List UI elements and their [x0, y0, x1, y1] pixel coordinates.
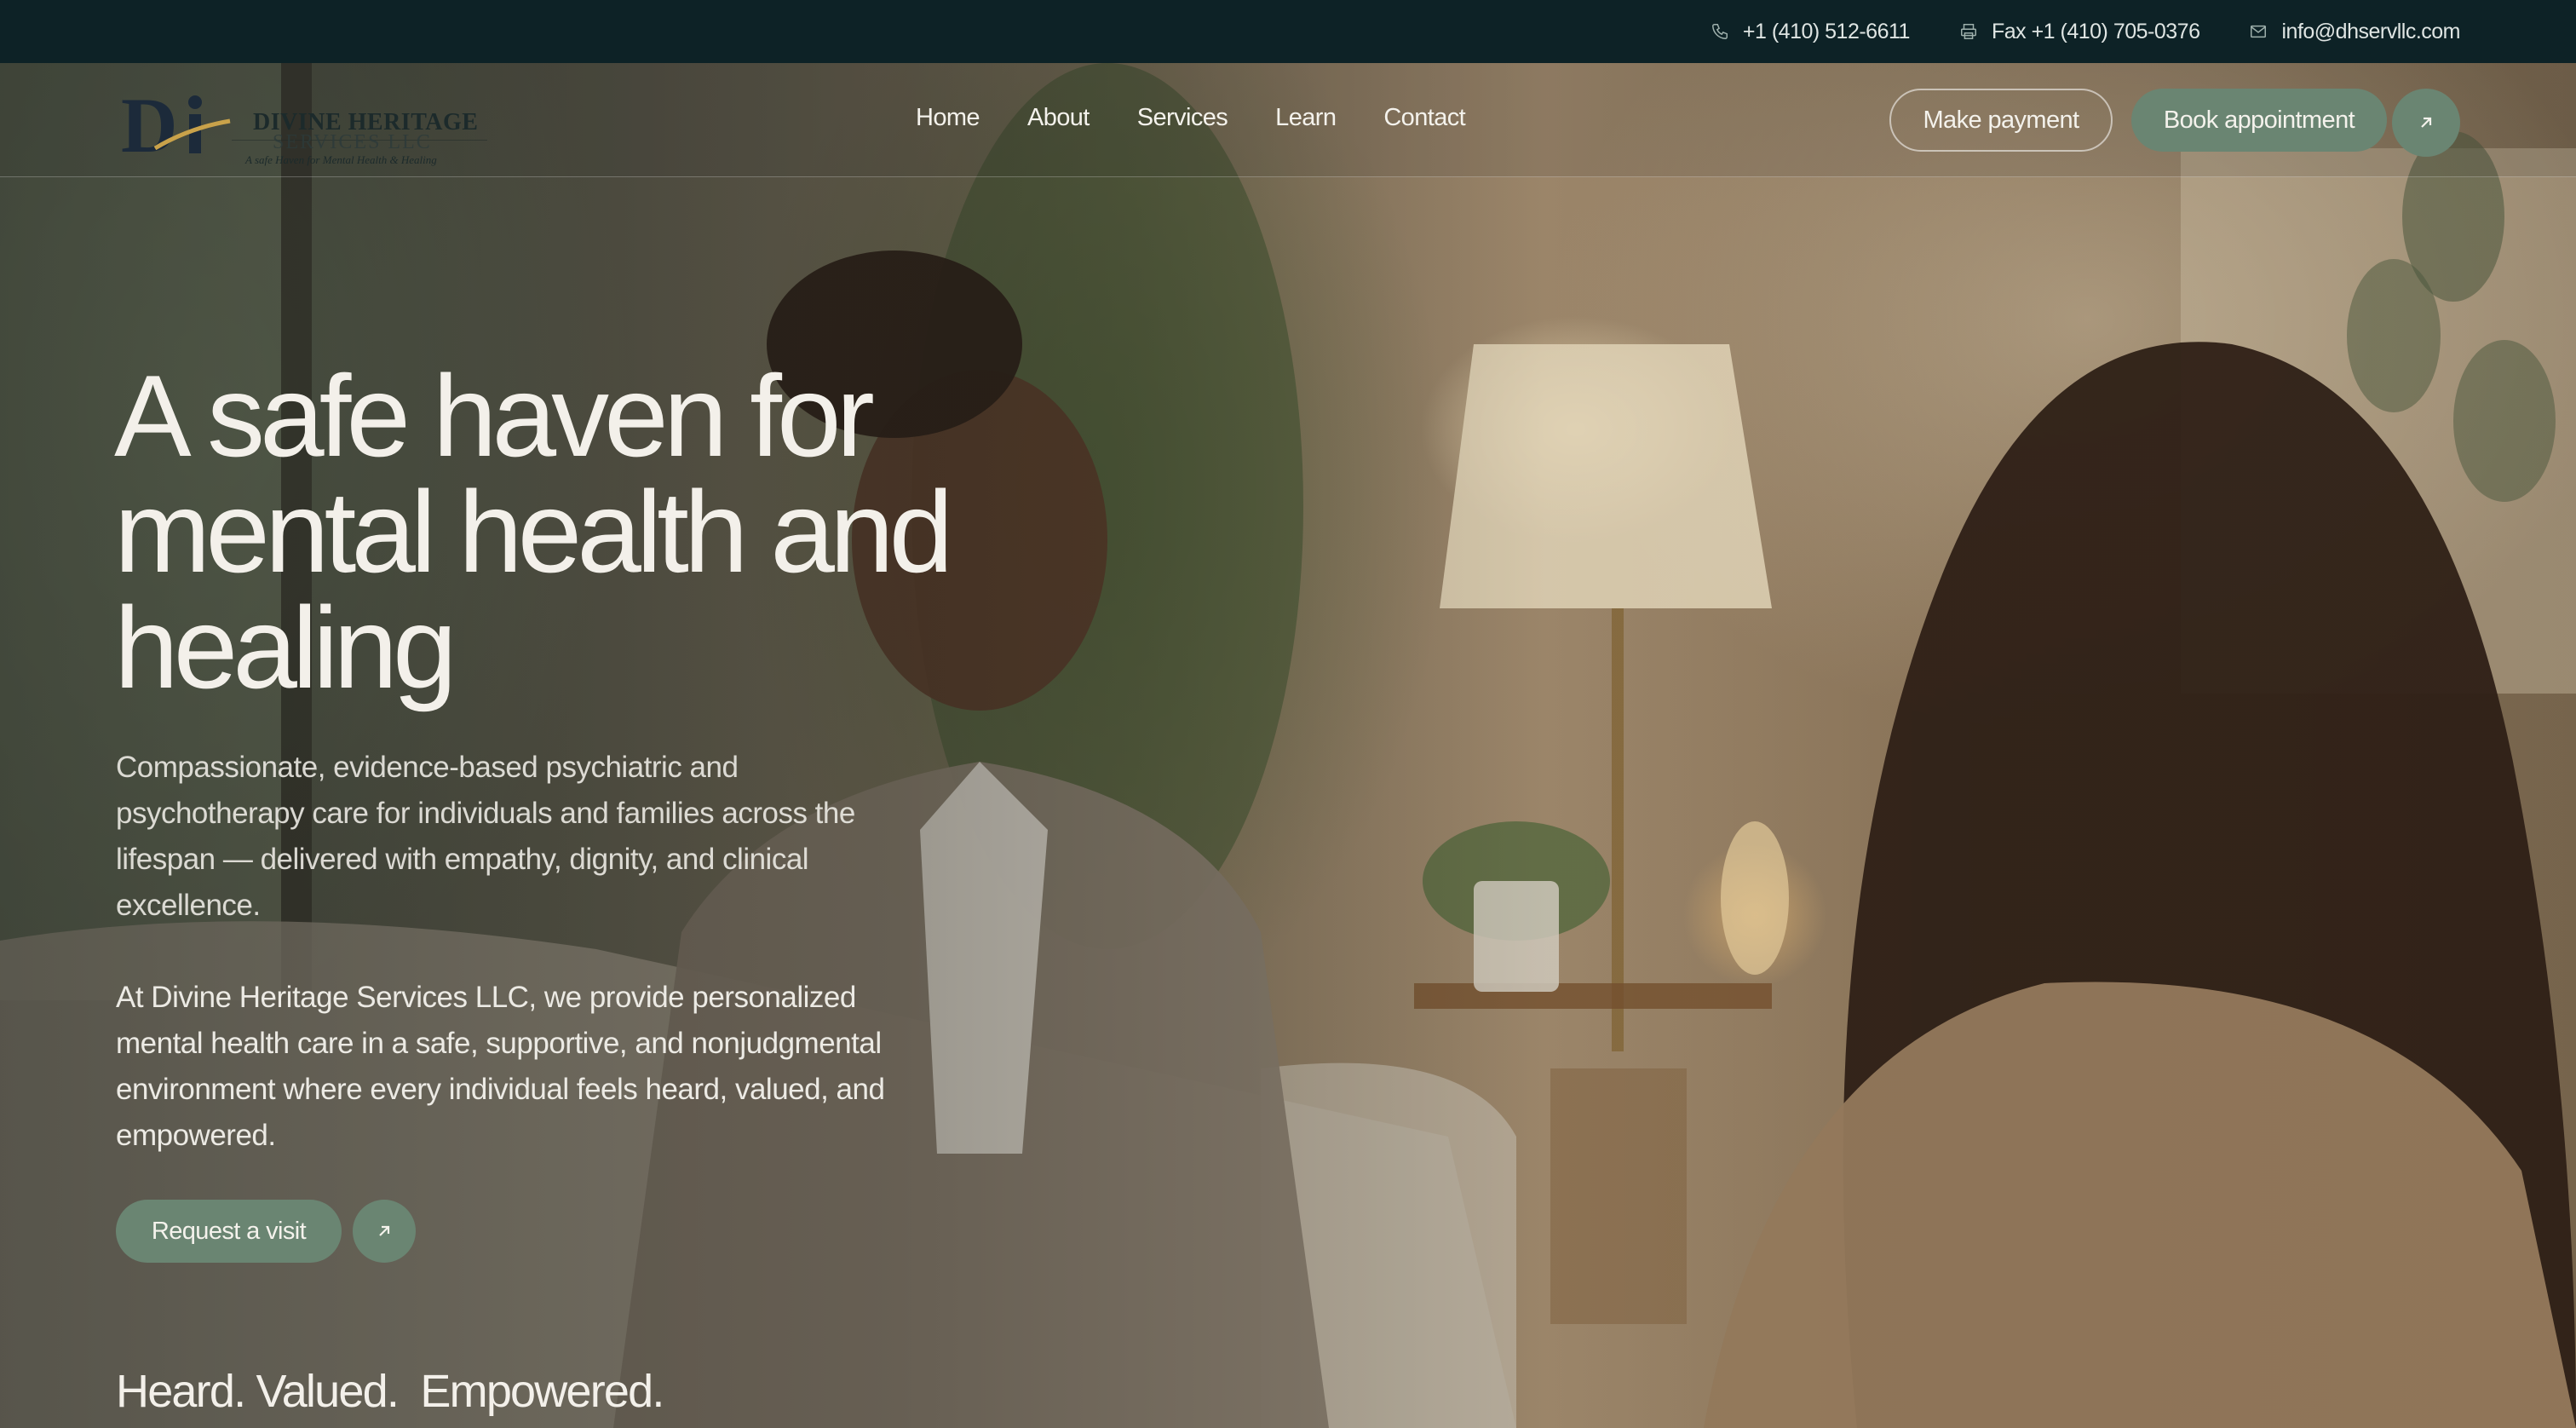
nav-item-learn[interactable]: Learn [1275, 104, 1337, 132]
logo-subname: SERVICES LLC [273, 131, 432, 153]
hero-tagline: Heard. Valued. Empowered. [116, 1366, 664, 1417]
fax-number: Fax +1 (410) 705-0376 [1991, 19, 2200, 43]
site-header: D DIVINE HERITAGE SERVICES LLC A safe Ha… [0, 63, 2576, 177]
nav-item-contact[interactable]: Contact [1383, 104, 1465, 132]
arrow-up-right-icon [379, 1225, 390, 1236]
arrow-up-right-icon [2421, 117, 2432, 128]
nav-item-about[interactable]: About [1027, 104, 1090, 132]
hero-about-paragraph: At Divine Heritage Services LLC, we prov… [116, 981, 885, 1152]
contact-phone[interactable]: +1 (410) 512-6611 [1711, 20, 1910, 44]
make-payment-button[interactable]: Make payment [1889, 89, 2113, 152]
logo-tagline: A safe Haven for Mental Health & Healing [245, 153, 437, 166]
book-appointment-button[interactable]: Book appointment [2131, 89, 2387, 152]
contact-email[interactable]: info@dhservllc.com [2249, 20, 2460, 44]
main-nav: Home About Services Learn Contact [916, 104, 1466, 132]
top-contact-bar: +1 (410) 512-6611 Fax +1 (410) 705-0376 … [0, 0, 2576, 63]
headline-line-2: mental health and [114, 467, 953, 596]
hero-intro-paragraph: Compassionate, evidence-based psychiatri… [116, 751, 855, 922]
printer-icon [1960, 24, 1976, 39]
logo[interactable]: D DIVINE HERITAGE SERVICES LLC A safe Ha… [121, 77, 489, 166]
email-address: info@dhservllc.com [2281, 19, 2460, 43]
request-visit-button[interactable]: Request a visit [116, 1200, 342, 1263]
phone-number: +1 (410) 512-6611 [1742, 19, 1911, 43]
phone-icon [1711, 24, 1728, 39]
headline-line-1: A safe haven for [114, 351, 875, 481]
book-appointment-arrow-button[interactable] [2392, 89, 2460, 157]
headline-line-3: healing [114, 583, 457, 712]
hero-headline: A safe haven for mental health and heali… [114, 358, 1068, 705]
nav-item-home[interactable]: Home [916, 104, 980, 132]
contact-fax: Fax +1 (410) 705-0376 [1959, 20, 2200, 44]
mail-icon [2251, 25, 2267, 38]
svg-text:D: D [121, 82, 177, 164]
nav-item-services[interactable]: Services [1137, 104, 1228, 132]
logo-mark: D [121, 82, 231, 164]
request-visit-arrow-button[interactable] [353, 1200, 416, 1263]
